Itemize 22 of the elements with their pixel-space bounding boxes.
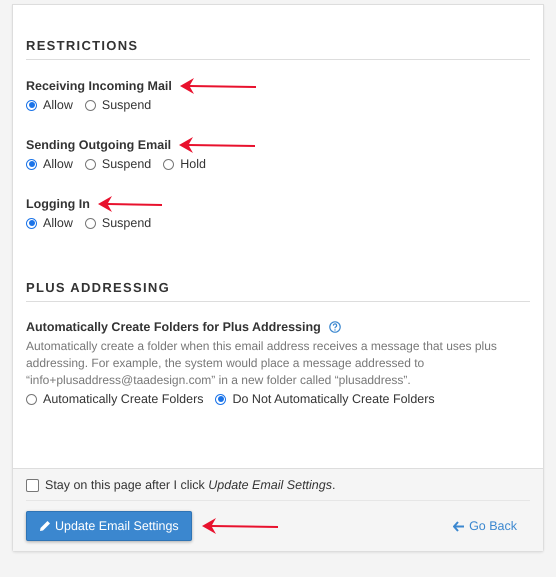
radio-option[interactable]: Allow — [26, 216, 73, 230]
radio-option[interactable]: Suspend — [84, 157, 152, 171]
radio-option[interactable]: Allow — [26, 98, 73, 112]
radio-option[interactable]: Suspend — [84, 216, 152, 230]
field-label: Automatically Create Folders for Plus Addressing — [26, 320, 321, 334]
field-label: Logging In — [26, 197, 90, 211]
section-title: RESTRICTIONS — [26, 38, 530, 60]
radio-option[interactable]: Do Not Automatically Create Folders — [215, 392, 435, 406]
arrow-left-icon — [453, 520, 466, 532]
section-title: PLUS ADDRESSING — [26, 280, 530, 302]
checkbox[interactable] — [26, 478, 39, 492]
checkbox-label: Stay on this page after I click Update Email Settings. — [45, 478, 336, 492]
radio-option[interactable]: Suspend — [84, 98, 152, 112]
radio-option[interactable]: Hold — [163, 157, 206, 171]
update-button[interactable]: Update Email Settings — [26, 511, 192, 541]
field-label: Sending Outgoing Email — [26, 138, 172, 152]
field-label: Receiving Incoming Mail — [26, 79, 172, 93]
radio-option[interactable]: Allow — [26, 157, 73, 171]
field-description: Automatically create a folder when this email address receives a message that uses plus addressing. For example, the system would place a message addressed to “info+plusaddress@taadesign.com” in a new folder called “plusaddress”. — [26, 338, 498, 389]
pencil-icon — [39, 520, 51, 532]
help-icon[interactable] — [328, 321, 341, 333]
radio-option[interactable]: Automatically Create Folders — [26, 392, 204, 406]
